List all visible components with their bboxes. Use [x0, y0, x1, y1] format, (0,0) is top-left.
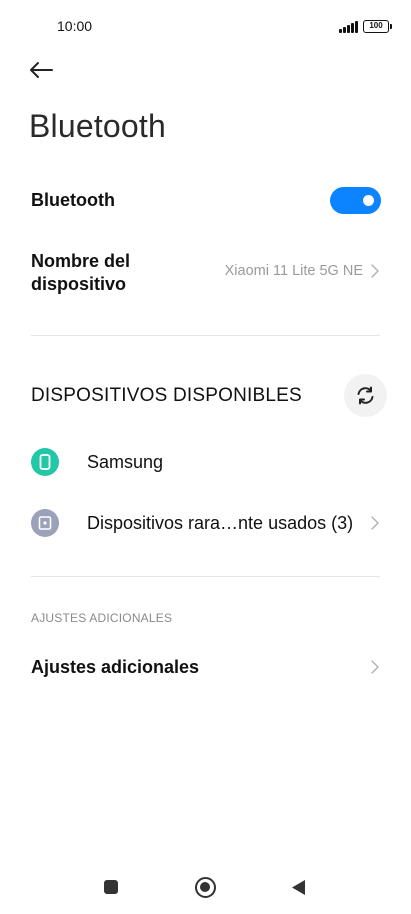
divider: [31, 335, 380, 336]
divider: [31, 576, 380, 577]
back-button[interactable]: [26, 56, 56, 86]
status-time: 10:00: [57, 18, 93, 34]
battery-level: 100: [369, 21, 383, 30]
device-name-label-line2: dispositivo: [31, 274, 127, 294]
refresh-button[interactable]: [344, 374, 387, 417]
battery-icon: 100: [363, 20, 392, 33]
home-icon[interactable]: [195, 877, 216, 898]
bluetooth-settings-screen: 10:00 100 Bluetooth Bluetooth Nombre del…: [0, 0, 411, 914]
recents-icon[interactable]: [104, 880, 118, 894]
bluetooth-toggle[interactable]: [330, 187, 381, 214]
chevron-right-icon: [370, 264, 380, 278]
device-name-label-line1: Nombre del: [31, 251, 131, 271]
back-icon[interactable]: [291, 879, 306, 896]
chevron-right-icon: [370, 516, 380, 530]
available-devices-title: DISPOSITIVOS DISPONIBLES: [31, 385, 302, 406]
device-icon: [31, 509, 59, 537]
bluetooth-label: Bluetooth: [31, 190, 115, 210]
refresh-icon: [357, 386, 374, 405]
additional-settings-label: Ajustes adicionales: [31, 657, 200, 677]
device-label: Samsung: [87, 452, 164, 472]
status-bar: 10:00 100: [0, 0, 411, 52]
signal-icon: [339, 21, 359, 33]
device-label: Dispositivos rara…nte usados (3): [87, 513, 354, 533]
page-title: Bluetooth: [29, 108, 167, 144]
chevron-right-icon: [370, 660, 380, 674]
phone-icon: [31, 448, 59, 476]
arrow-left-icon: [30, 62, 53, 78]
toggle-knob: [363, 195, 374, 206]
device-name-value: Xiaomi 11 Lite 5G NE: [224, 263, 363, 279]
additional-settings-section-label: AJUSTES ADICIONALES: [31, 611, 173, 625]
